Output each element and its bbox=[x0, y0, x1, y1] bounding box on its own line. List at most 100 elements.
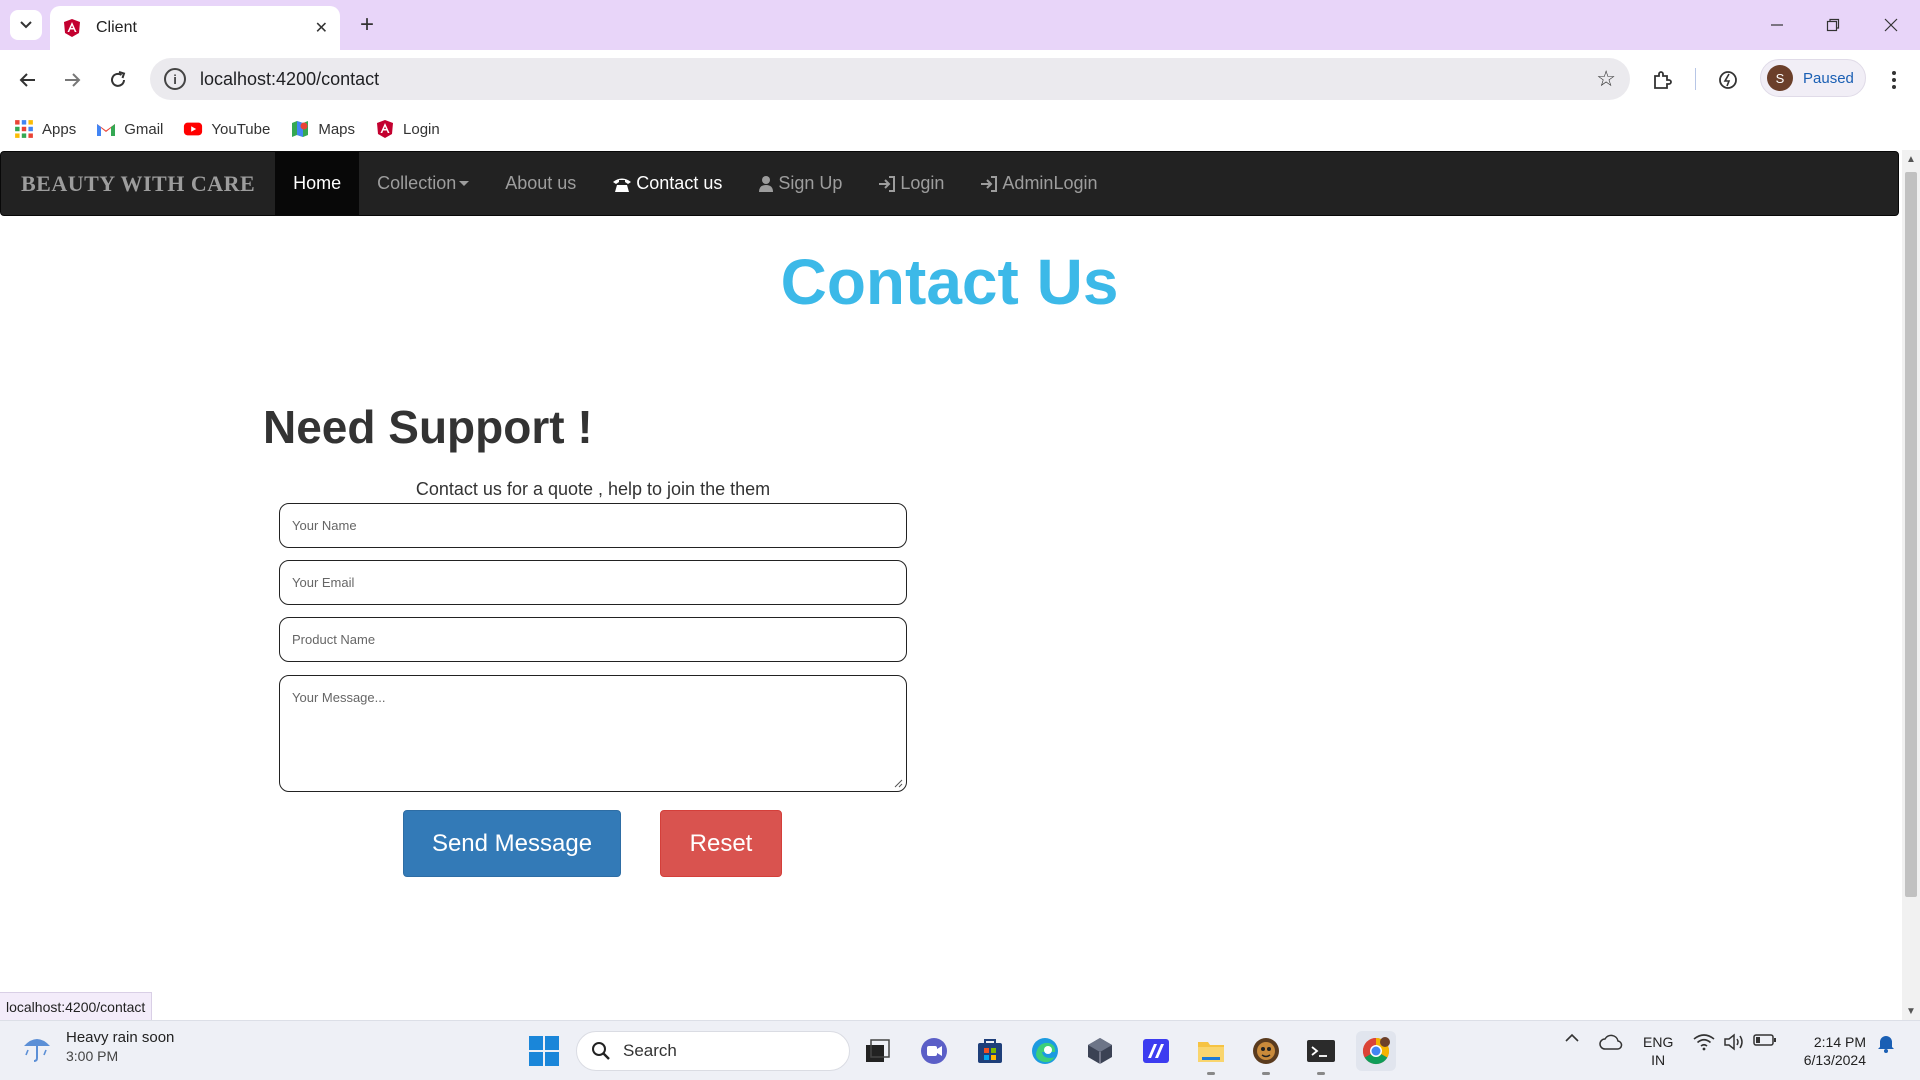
kebab-menu-icon bbox=[1892, 71, 1896, 89]
nav-home[interactable]: Home bbox=[275, 152, 360, 215]
volume-button[interactable] bbox=[1722, 1033, 1746, 1051]
caret-down-icon bbox=[459, 181, 470, 186]
store-icon bbox=[978, 1039, 1002, 1063]
site-info-icon[interactable]: i bbox=[164, 68, 186, 90]
close-icon[interactable]: ✕ bbox=[315, 18, 328, 38]
bell-icon bbox=[1878, 1036, 1894, 1053]
toolbar-divider bbox=[1695, 68, 1696, 90]
task-view-icon bbox=[866, 1039, 890, 1062]
arrow-left-icon bbox=[19, 73, 35, 87]
scroll-up-icon[interactable]: ▲ bbox=[1902, 150, 1920, 168]
email-placeholder: Your Email bbox=[292, 575, 355, 590]
bookmark-maps[interactable]: Maps bbox=[290, 119, 355, 139]
new-tab-button[interactable]: + bbox=[352, 10, 382, 40]
clock-date: 6/13/2024 bbox=[1803, 1052, 1866, 1068]
address-bar[interactable]: i localhost:4200/contact ☆ bbox=[150, 58, 1630, 100]
taskbar-app-store[interactable] bbox=[970, 1031, 1010, 1071]
nav-signup[interactable]: Sign Up bbox=[740, 152, 860, 215]
volume-icon bbox=[1724, 1033, 1743, 1051]
message-textarea[interactable]: Your Message... bbox=[279, 675, 907, 792]
weather-condition: Heavy rain soon bbox=[66, 1029, 175, 1046]
bookmark-gmail[interactable]: Gmail bbox=[96, 119, 163, 139]
input-language[interactable]: ENG IN bbox=[1643, 1033, 1673, 1069]
taskbar-app-explorer[interactable] bbox=[1191, 1031, 1231, 1075]
nav-contact[interactable]: Contact us bbox=[594, 152, 740, 215]
battery-button[interactable] bbox=[1752, 1033, 1778, 1047]
name-field[interactable]: Your Name bbox=[279, 503, 907, 548]
wifi-icon bbox=[1693, 1034, 1715, 1051]
weather-widget[interactable]: Heavy rain soon 3:00 PM bbox=[20, 1029, 174, 1065]
reset-button[interactable]: Reset bbox=[660, 810, 782, 877]
support-heading: Need Support ! bbox=[263, 401, 593, 453]
phone-icon bbox=[613, 178, 632, 192]
browser-tab[interactable]: Client ✕ bbox=[50, 6, 340, 50]
bookmark-apps[interactable]: Apps bbox=[14, 119, 76, 139]
scrollbar-thumb[interactable] bbox=[1905, 172, 1917, 897]
terminal-icon bbox=[1307, 1040, 1335, 1062]
task-view-button[interactable] bbox=[858, 1031, 898, 1071]
taskbar-app-game[interactable] bbox=[1246, 1031, 1286, 1075]
taskbar-app-terminal[interactable] bbox=[1301, 1031, 1341, 1075]
performance-button[interactable] bbox=[1712, 64, 1744, 96]
close-window-button[interactable] bbox=[1866, 8, 1916, 42]
profile-status: Paused bbox=[1803, 69, 1854, 87]
taskbar-app-unity[interactable] bbox=[1080, 1031, 1120, 1071]
send-message-button[interactable]: Send Message bbox=[403, 810, 621, 877]
notifications-button[interactable] bbox=[1874, 1033, 1898, 1053]
page-scrollbar[interactable]: ▲ ▼ bbox=[1902, 150, 1920, 1020]
page-viewport: BEAUTY WITH CARE Home Collection About u… bbox=[0, 150, 1920, 1020]
chevron-up-icon bbox=[1565, 1033, 1579, 1042]
search-icon bbox=[592, 1042, 610, 1060]
reload-button[interactable] bbox=[100, 62, 136, 98]
product-name-field[interactable]: Product Name bbox=[279, 617, 907, 662]
login-icon bbox=[879, 175, 896, 192]
weather-time: 3:00 PM bbox=[66, 1048, 119, 1064]
nav-login-label: Login bbox=[900, 173, 945, 193]
extensions-button[interactable] bbox=[1646, 64, 1678, 96]
windows-start-icon[interactable] bbox=[527, 1034, 561, 1068]
nav-adminlogin[interactable]: AdminLogin bbox=[962, 152, 1115, 215]
chevron-down-icon bbox=[20, 21, 32, 29]
resize-grip-icon[interactable] bbox=[893, 778, 903, 788]
bookmark-login[interactable]: Login bbox=[375, 119, 440, 139]
nav-collection-dropdown[interactable]: Collection bbox=[359, 152, 487, 215]
reload-icon bbox=[111, 71, 126, 87]
avatar: S bbox=[1767, 65, 1793, 91]
tray-overflow-button[interactable] bbox=[1560, 1033, 1584, 1043]
speed-icon bbox=[1719, 71, 1737, 89]
tab-search-button[interactable] bbox=[10, 10, 42, 40]
battery-icon bbox=[1753, 1034, 1776, 1046]
maps-icon bbox=[292, 121, 309, 137]
profile-button[interactable]: S Paused bbox=[1760, 59, 1866, 97]
taskbar-search[interactable]: Search bbox=[576, 1031, 850, 1071]
taskbar-app-meet[interactable] bbox=[914, 1031, 954, 1071]
wifi-button[interactable] bbox=[1692, 1033, 1716, 1051]
angular-icon bbox=[377, 120, 394, 138]
editor-icon bbox=[1143, 1039, 1169, 1063]
taskbar-app-vscode-like[interactable] bbox=[1136, 1031, 1176, 1071]
site-brand[interactable]: BEAUTY WITH CARE bbox=[1, 152, 275, 215]
bookmark-youtube[interactable]: YouTube bbox=[183, 119, 270, 139]
nav-about[interactable]: About us bbox=[487, 152, 594, 215]
nav-login[interactable]: Login bbox=[860, 152, 962, 215]
browser-menu-button[interactable] bbox=[1880, 64, 1908, 96]
puzzle-icon bbox=[1654, 71, 1672, 89]
back-button[interactable] bbox=[10, 62, 46, 98]
taskbar-app-edge[interactable] bbox=[1025, 1031, 1065, 1071]
tray-cloud-button[interactable] bbox=[1598, 1033, 1624, 1053]
star-icon[interactable]: ☆ bbox=[1596, 66, 1616, 92]
email-field[interactable]: Your Email bbox=[279, 560, 907, 605]
system-clock[interactable]: 2:14 PM 6/13/2024 bbox=[1796, 1033, 1866, 1069]
nav-adminlogin-label: AdminLogin bbox=[1002, 173, 1098, 193]
taskbar-app-chrome[interactable] bbox=[1356, 1031, 1396, 1071]
scroll-down-icon[interactable]: ▼ bbox=[1902, 1002, 1920, 1020]
url-text[interactable]: localhost:4200/contact bbox=[200, 69, 1596, 90]
forward-button[interactable] bbox=[54, 62, 90, 98]
message-placeholder: Your Message... bbox=[292, 690, 386, 705]
restore-button[interactable] bbox=[1808, 8, 1858, 42]
minimize-button[interactable] bbox=[1752, 8, 1802, 42]
minimize-icon bbox=[1771, 24, 1783, 26]
reset-label: Reset bbox=[689, 829, 753, 857]
taskbar-search-label: Search bbox=[623, 1041, 677, 1060]
restore-icon bbox=[1826, 18, 1840, 32]
